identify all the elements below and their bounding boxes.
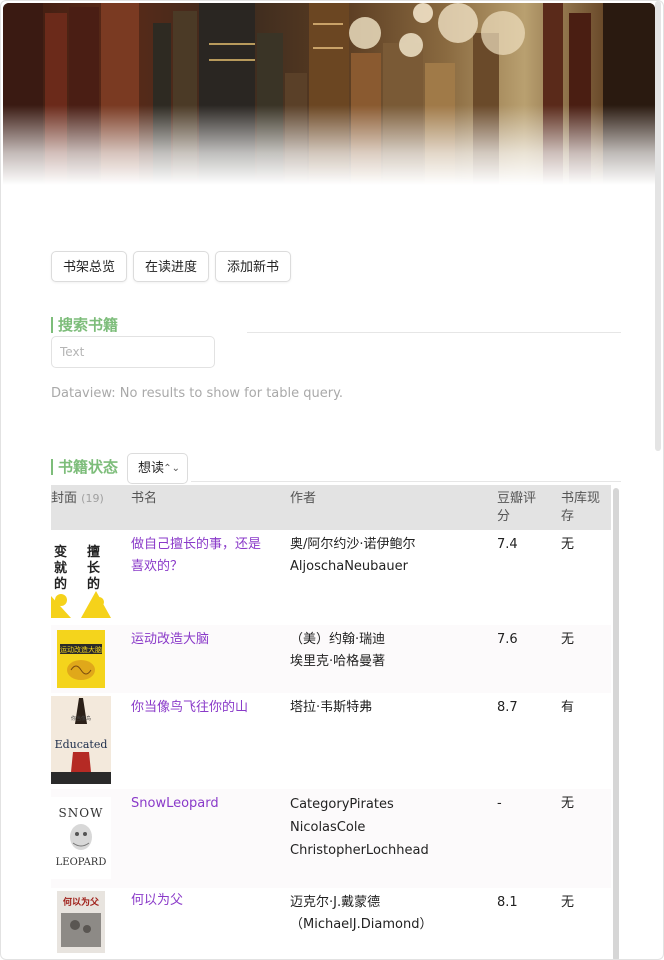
author-line: （MichaelJ.Diamond） [290, 917, 433, 932]
table-scrollbar[interactable] [613, 488, 619, 959]
book-rating: 8.1 [497, 895, 518, 910]
reading-progress-button[interactable]: 在读进度 [133, 251, 210, 282]
dataview-message: Dataview: No results to show for table q… [51, 386, 344, 401]
cover-art-2: 运动改造大脑 [57, 630, 105, 688]
nav-button-row: 书架总览 在读进度 添加新书 [51, 251, 292, 282]
chevron-updown-icon: ⌃⌄ [163, 463, 180, 474]
book-title-link[interactable]: SnowLeopard [131, 793, 271, 815]
cover-title-top: SNOW [59, 806, 104, 820]
status-divider [191, 481, 621, 482]
table-row: 变 就 的 擅 长 的 做自己擅长的事，还是喜欢的？ 奥/阿尔约沙·诺伊鲍尔 A… [51, 530, 611, 625]
author-line: ChristopherLochhead [290, 843, 429, 858]
book-stock: 有 [561, 700, 575, 715]
svg-text:就: 就 [54, 560, 67, 576]
search-heading: 搜索书籍 [51, 317, 118, 333]
book-cover-image[interactable]: 变 就 的 擅 长 的 [51, 536, 111, 618]
book-author: （美）约翰·瑞迪 埃里克·哈格曼著 [290, 629, 490, 673]
search-divider [247, 332, 621, 333]
table-row: 你当像鸟 Educated 你当像鸟飞往你的山 塔拉·韦斯特弗 8.7 有 [51, 693, 611, 789]
book-title-link[interactable]: 做自己擅长的事，还是喜欢的？ [131, 534, 271, 578]
book-rating: 8.7 [497, 700, 518, 715]
book-cover-image[interactable]: 你当像鸟 Educated [51, 696, 111, 784]
banner-fade [3, 105, 655, 185]
book-title-link[interactable]: 何以为父 [131, 890, 271, 912]
page-scrollbar[interactable] [655, 1, 661, 451]
author-line: 塔拉·韦斯特弗 [290, 700, 373, 715]
svg-text:长: 长 [87, 560, 101, 576]
author-line: CategoryPirates [290, 797, 394, 812]
svg-text:的: 的 [87, 576, 100, 592]
column-header-rating[interactable]: 豆瓣评分 [497, 490, 547, 526]
cover-title-bottom: LEOPARD [56, 857, 107, 868]
svg-text:的: 的 [54, 576, 67, 592]
author-line: 埃里克·哈格曼著 [290, 654, 386, 669]
books-table: 封面 (19) 书名 作者 豆瓣评分 书库现存 变 就 的 擅 长 的 做自己擅… [51, 485, 611, 959]
author-line: 迈克尔·J.戴蒙德 [290, 895, 381, 910]
cover-art-3: 你当像鸟 Educated [51, 696, 111, 784]
book-cover-image[interactable]: 何以为父 [57, 891, 105, 953]
author-line: AljoschaNeubauer [290, 559, 408, 574]
cover-art-5: 何以为父 [57, 891, 105, 953]
status-heading: 书籍状态 [51, 459, 118, 475]
cover-art-4: SNOW LEOPARD [51, 797, 111, 879]
row-count-badge: (19) [81, 492, 104, 505]
note-frame: 书架总览 在读进度 添加新书 搜索书籍 Dataview: No results… [0, 0, 664, 960]
book-stock: 无 [561, 796, 575, 811]
book-stock: 无 [561, 895, 575, 910]
book-rating: 7.4 [497, 537, 518, 552]
cover-title-text: 何以为父 [63, 896, 100, 908]
author-line: NicolasCole [290, 820, 366, 835]
author-line: 奥/阿尔约沙·诺伊鲍尔 [290, 537, 416, 552]
column-header-author[interactable]: 作者 [290, 490, 316, 508]
svg-text:你当像鸟: 你当像鸟 [71, 715, 91, 722]
table-header: 封面 (19) 书名 作者 豆瓣评分 书库现存 [51, 485, 611, 530]
status-filter-value: 想读 [138, 461, 165, 476]
svg-text:擅: 擅 [87, 544, 100, 560]
bookshelf-overview-button[interactable]: 书架总览 [51, 251, 128, 282]
book-stock: 无 [561, 632, 575, 647]
author-line: （美）约翰·瑞迪 [290, 632, 386, 647]
book-author: 塔拉·韦斯特弗 [290, 697, 490, 719]
table-row: SNOW LEOPARD SnowLeopard CategoryPirates… [51, 789, 611, 888]
book-author: 迈克尔·J.戴蒙德 （MichaelJ.Diamond） [290, 892, 490, 936]
table-row: 何以为父 何以为父 迈克尔·J.戴蒙德 （MichaelJ.Diamond） 8… [51, 888, 611, 959]
search-input[interactable] [51, 336, 215, 368]
column-header-title[interactable]: 书名 [131, 490, 157, 508]
cover-art-1: 变 就 的 擅 长 的 [51, 536, 111, 618]
column-header-cover[interactable]: 封面 (19) [51, 490, 104, 508]
cover-title-text: 运动改造大脑 [60, 645, 102, 654]
book-stock: 无 [561, 537, 575, 552]
book-author: CategoryPirates NicolasCole ChristopherL… [290, 793, 490, 862]
book-cover-image[interactable]: SNOW LEOPARD [51, 797, 111, 879]
cover-title-text: Educated [55, 738, 108, 751]
book-cover-image[interactable]: 运动改造大脑 [57, 630, 105, 688]
book-author: 奥/阿尔约沙·诺伊鲍尔 AljoschaNeubauer [290, 534, 490, 578]
column-header-stock[interactable]: 书库现存 [561, 490, 607, 526]
add-book-button[interactable]: 添加新书 [215, 251, 292, 282]
table-row: 运动改造大脑 运动改造大脑 （美）约翰·瑞迪 埃里克·哈格曼著 7.6 无 [51, 625, 611, 693]
book-rating: 7.6 [497, 632, 518, 647]
book-rating: - [497, 796, 502, 811]
status-filter-select[interactable]: 想读 ⌃⌄ [127, 453, 188, 484]
cover-header-label: 封面 [51, 491, 78, 506]
book-title-link[interactable]: 运动改造大脑 [131, 629, 271, 651]
banner-image [3, 3, 655, 185]
book-title-link[interactable]: 你当像鸟飞往你的山 [131, 697, 271, 719]
svg-text:变: 变 [54, 544, 67, 560]
